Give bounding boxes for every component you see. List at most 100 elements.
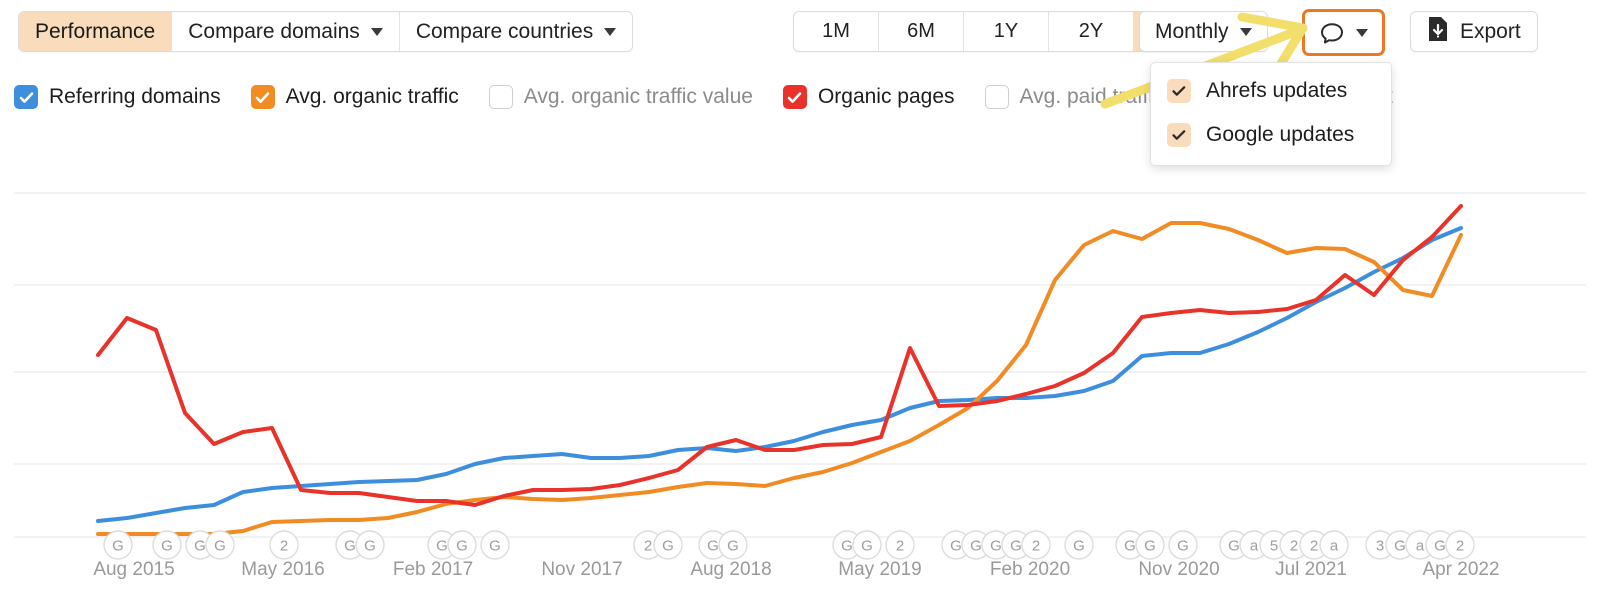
metric-organic-pages[interactable]: Organic pages: [783, 85, 955, 109]
annotations-button-inner[interactable]: [1305, 21, 1382, 45]
update-marker-label: a: [1250, 538, 1259, 555]
update-marker-label: G: [707, 538, 719, 555]
tab-performance[interactable]: Performance: [19, 12, 172, 51]
x-axis-label: Feb 2020: [990, 559, 1070, 580]
x-axis-label: Nov 2017: [541, 559, 622, 580]
speech-bubble-icon: [1319, 21, 1345, 45]
update-marker-label: G: [861, 538, 873, 555]
update-marker-label: G: [344, 538, 356, 555]
export-button[interactable]: Export: [1411, 12, 1537, 51]
checkbox-checked-icon[interactable]: [783, 85, 807, 109]
range-2y[interactable]: 2Y: [1049, 12, 1134, 51]
x-axis-label: Feb 2017: [393, 559, 473, 580]
update-marker-label: G: [1177, 538, 1189, 555]
update-marker-label: 2: [1456, 538, 1464, 555]
update-marker-label: G: [112, 538, 124, 555]
checkbox-checked-icon[interactable]: [1167, 79, 1191, 103]
performance-chart-svg: GGGG2GGGGG2GGGGG2GGGG2GGGGGa522a3GaG2 Au…: [0, 175, 1600, 608]
update-marker-label: G: [1434, 538, 1446, 555]
metric-avg-paid-traffic-label: Avg. paid traffic: [1020, 85, 1164, 109]
granularity-group: Monthly: [1139, 11, 1268, 52]
update-marker-label: G: [1010, 538, 1022, 555]
dropdown-item-ahrefs-updates[interactable]: Ahrefs updates: [1151, 69, 1391, 113]
chart-update-markers: GGGG2GGGGG2GGGGG2GGGG2GGGGGa522a3GaG2: [104, 531, 1474, 559]
update-marker-label: 2: [1290, 538, 1298, 555]
x-axis-label: Nov 2020: [1138, 559, 1219, 580]
x-axis-label: Aug 2015: [93, 559, 174, 580]
tab-compare-countries[interactable]: Compare countries: [400, 12, 632, 51]
annotations-button[interactable]: [1302, 9, 1385, 56]
update-marker-label: a: [1330, 538, 1339, 555]
chart-toolbar: Performance Compare domains Compare coun…: [0, 0, 1600, 60]
update-marker-label: G: [662, 538, 674, 555]
metric-avg-organic-traffic-value-label: Avg. organic traffic value: [524, 85, 753, 109]
x-axis-label: Apr 2022: [1422, 559, 1499, 580]
performance-chart: GGGG2GGGGG2GGGGG2GGGG2GGGGGa522a3GaG2 Au…: [0, 175, 1600, 608]
tab-compare-domains[interactable]: Compare domains: [172, 12, 400, 51]
update-marker-label: 2: [644, 538, 652, 555]
update-marker-label: G: [841, 538, 853, 555]
chart-x-axis-labels: Aug 2015 May 2016 Feb 2017 Nov 2017 Aug 2018…: [93, 559, 1499, 580]
update-marker-label: 3: [1376, 538, 1384, 555]
metric-avg-organic-traffic[interactable]: Avg. organic traffic: [251, 85, 459, 109]
range-6m[interactable]: 6M: [879, 12, 964, 51]
x-axis-label: May 2019: [838, 559, 921, 580]
update-marker-label: 5: [1270, 538, 1278, 555]
update-marker-label: G: [194, 538, 206, 555]
update-marker-label: 2: [280, 538, 288, 555]
metric-avg-organic-traffic-value[interactable]: Avg. organic traffic value: [489, 85, 753, 109]
dropdown-item-ahrefs-updates-label: Ahrefs updates: [1206, 79, 1347, 103]
update-marker-label: 2: [1032, 538, 1040, 555]
x-axis-label: Aug 2018: [690, 559, 771, 580]
chart-series-lines: [98, 206, 1461, 534]
checkbox-unchecked-icon[interactable]: [489, 85, 513, 109]
view-tabs-group: Performance Compare domains Compare coun…: [18, 11, 633, 52]
update-marker-label: G: [489, 538, 501, 555]
update-marker-label: G: [950, 538, 962, 555]
granularity-select[interactable]: Monthly: [1140, 12, 1267, 51]
update-marker-label: G: [990, 538, 1002, 555]
tab-compare-domains-label: Compare domains: [188, 20, 360, 44]
chart-gridlines: [14, 193, 1586, 537]
range-1y[interactable]: 1Y: [964, 12, 1049, 51]
update-marker-label: G: [1394, 538, 1406, 555]
update-marker-label: 2: [1310, 538, 1318, 555]
chevron-down-icon: [604, 28, 616, 36]
tab-compare-countries-label: Compare countries: [416, 20, 593, 44]
chevron-down-icon: [1240, 28, 1252, 36]
chevron-down-icon: [1356, 29, 1368, 37]
range-1y-label: 1Y: [994, 20, 1018, 43]
update-marker-label: G: [364, 538, 376, 555]
update-marker-label: a: [1416, 538, 1425, 555]
download-file-icon: [1427, 16, 1449, 47]
metric-organic-pages-label: Organic pages: [818, 85, 955, 109]
x-axis-label: May 2016: [241, 559, 324, 580]
series-line: [98, 228, 1461, 521]
update-marker-label: 2: [896, 538, 904, 555]
series-line: [98, 206, 1461, 505]
update-marker-label: G: [1144, 538, 1156, 555]
dropdown-item-google-updates-label: Google updates: [1206, 123, 1354, 147]
update-marker-label: G: [970, 538, 982, 555]
export-group: Export: [1410, 11, 1538, 52]
dropdown-item-google-updates[interactable]: Google updates: [1151, 113, 1391, 157]
metric-avg-paid-traffic[interactable]: Avg. paid traffic: [985, 85, 1164, 109]
update-marker-label: G: [214, 538, 226, 555]
granularity-label: Monthly: [1155, 20, 1229, 44]
update-marker-label: G: [727, 538, 739, 555]
chevron-down-icon: [371, 28, 383, 36]
range-6m-label: 6M: [907, 20, 935, 43]
checkbox-checked-icon[interactable]: [14, 85, 38, 109]
checkbox-checked-icon[interactable]: [251, 85, 275, 109]
update-marker-label: G: [436, 538, 448, 555]
annotations-dropdown-menu: Ahrefs updates Google updates: [1150, 62, 1392, 166]
checkbox-unchecked-icon[interactable]: [985, 85, 1009, 109]
update-marker-label: G: [456, 538, 468, 555]
export-label: Export: [1460, 20, 1521, 44]
metric-referring-domains-label: Referring domains: [49, 85, 221, 109]
metric-referring-domains[interactable]: Referring domains: [14, 85, 221, 109]
range-1m[interactable]: 1M: [794, 12, 879, 51]
update-marker-label: G: [1228, 538, 1240, 555]
checkbox-checked-icon[interactable]: [1167, 123, 1191, 147]
update-marker-label: G: [161, 538, 173, 555]
